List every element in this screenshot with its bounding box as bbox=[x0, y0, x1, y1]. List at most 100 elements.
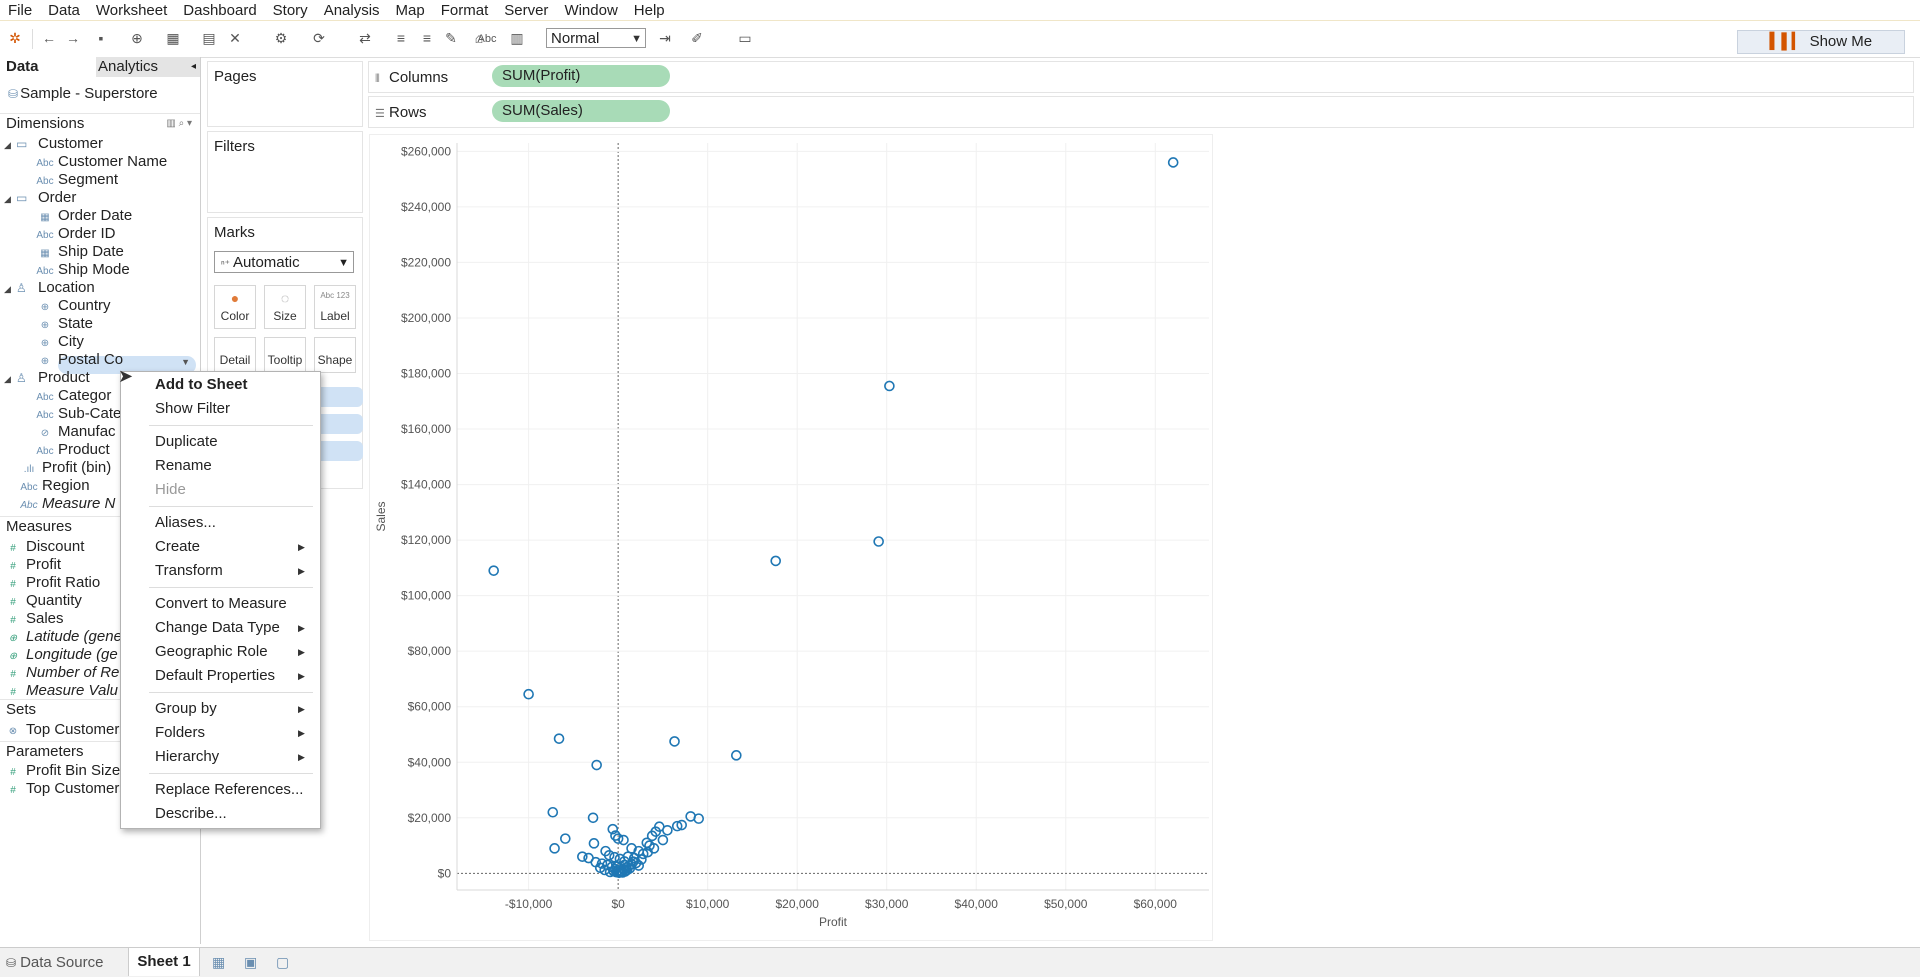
pages-card[interactable]: Pages bbox=[207, 61, 363, 127]
menu-item-transform[interactable]: Transform bbox=[155, 562, 223, 579]
tab-analytics[interactable]: Analytics ◂ bbox=[96, 57, 200, 77]
new-dashboard-icon[interactable]: ▣ bbox=[244, 954, 257, 971]
menu-item-add-to-sheet[interactable]: Add to Sheet bbox=[155, 376, 248, 393]
sort-ascending-icon[interactable]: ≡ bbox=[392, 29, 410, 47]
menu-item-duplicate[interactable]: Duplicate bbox=[155, 433, 218, 450]
columns-shelf[interactable]: ⦀ Columns SUM(Profit) bbox=[368, 61, 1914, 93]
highlight-icon[interactable]: ✎ bbox=[442, 29, 460, 47]
size-button[interactable]: ◌ Size bbox=[264, 285, 306, 329]
tab-data[interactable]: Data bbox=[0, 57, 96, 77]
menu-file[interactable]: File bbox=[0, 2, 40, 19]
refresh-icon[interactable]: ⟳ bbox=[310, 29, 328, 47]
filters-card[interactable]: Filters bbox=[207, 131, 363, 213]
rows-shelf[interactable]: ☰ Rows SUM(Sales) bbox=[368, 96, 1914, 128]
menu-item-create[interactable]: Create bbox=[155, 538, 200, 555]
format-icon[interactable]: ✐ bbox=[688, 29, 706, 47]
menu-format[interactable]: Format bbox=[433, 2, 497, 19]
scatter-point[interactable] bbox=[553, 733, 565, 744]
clear-sheet-icon[interactable]: ✕ bbox=[226, 29, 244, 47]
mark-type-select[interactable]: ⁿ⁺ Automatic ▼ bbox=[214, 251, 354, 273]
param-top-customers[interactable]: # Top Customers bbox=[4, 779, 127, 801]
menu-item-default-properties[interactable]: Default Properties bbox=[155, 667, 275, 684]
menu-item-geographic-role[interactable]: Geographic Role bbox=[155, 643, 268, 660]
menu-item-aliases[interactable]: Aliases... bbox=[155, 514, 216, 531]
shape-button[interactable]: Shape bbox=[314, 337, 356, 373]
columns-pill-sum-profit[interactable]: SUM(Profit) bbox=[492, 65, 670, 87]
show-me-button[interactable]: ▍▌▎ Show Me bbox=[1737, 30, 1905, 54]
scatter-point[interactable] bbox=[731, 750, 742, 761]
collapse-icon[interactable]: ◂ bbox=[191, 57, 196, 77]
menu-help[interactable]: Help bbox=[626, 2, 673, 19]
tab-data-source[interactable]: ⛁ Data Source bbox=[6, 954, 103, 971]
datasource-item[interactable]: ⛁ Sample - Superstore bbox=[8, 85, 158, 102]
sort-descending-icon[interactable]: ≡ bbox=[418, 29, 436, 47]
tableau-logo-icon[interactable]: ✲ bbox=[6, 29, 24, 47]
menu-item-hierarchy[interactable]: Hierarchy bbox=[155, 748, 219, 765]
marks-pill[interactable] bbox=[315, 441, 363, 461]
menu-item-replace-references[interactable]: Replace References... bbox=[155, 781, 303, 798]
fix-axes-icon[interactable]: ▥ bbox=[508, 29, 526, 47]
detail-button[interactable]: Detail bbox=[214, 337, 256, 373]
dropdown-arrow-icon[interactable]: ▼ bbox=[181, 357, 190, 367]
menu-data[interactable]: Data bbox=[40, 2, 88, 19]
fit-select[interactable]: Normal ▼ bbox=[546, 28, 646, 48]
label-button[interactable]: Abc 123 Label bbox=[314, 285, 356, 329]
scatter-point[interactable] bbox=[588, 838, 600, 849]
scatter-point[interactable] bbox=[693, 813, 705, 824]
new-worksheet-icon[interactable]: ▦ bbox=[212, 954, 225, 971]
new-story-icon[interactable]: ▢ bbox=[276, 954, 289, 971]
scatter-point[interactable] bbox=[770, 555, 782, 567]
scatter-point[interactable] bbox=[609, 851, 620, 863]
scatter-point[interactable] bbox=[662, 824, 673, 836]
presentation-icon[interactable]: ▭ bbox=[736, 29, 754, 47]
rows-pill-sum-sales[interactable]: SUM(Sales) bbox=[492, 100, 670, 122]
field-measure-names[interactable]: Abc Measure N bbox=[20, 494, 115, 516]
menu-item-change-data-type[interactable]: Change Data Type bbox=[155, 619, 280, 636]
menu-analysis[interactable]: Analysis bbox=[316, 2, 388, 19]
color-button[interactable]: ● Color bbox=[214, 285, 256, 329]
scatter-point[interactable] bbox=[549, 843, 560, 854]
menu-story[interactable]: Story bbox=[265, 2, 316, 19]
menu-item-group-by[interactable]: Group by bbox=[155, 700, 217, 717]
new-data-source-icon[interactable]: ⊕ bbox=[128, 29, 146, 47]
duplicate-sheet-icon[interactable]: ▤ bbox=[200, 29, 218, 47]
menu-worksheet[interactable]: Worksheet bbox=[88, 2, 175, 19]
undo-icon[interactable]: ← bbox=[40, 29, 58, 47]
columns-icon: ⦀ bbox=[375, 73, 380, 85]
menu-item-rename[interactable]: Rename bbox=[155, 457, 212, 474]
menu-server[interactable]: Server bbox=[496, 2, 556, 19]
marks-pill[interactable] bbox=[315, 387, 363, 407]
scatter-point[interactable] bbox=[577, 851, 588, 862]
menu-window[interactable]: Window bbox=[556, 2, 625, 19]
tab-data-source-label: Data Source bbox=[20, 954, 104, 971]
scatter-point[interactable] bbox=[560, 833, 571, 844]
show-labels-icon[interactable]: Abc bbox=[476, 30, 498, 48]
tooltip-button[interactable]: Tooltip bbox=[264, 337, 306, 373]
scatter-point[interactable] bbox=[657, 834, 669, 846]
menu-item-describe[interactable]: Describe... bbox=[155, 805, 227, 822]
menu-item-convert-to-measure[interactable]: Convert to Measure bbox=[155, 595, 287, 612]
new-worksheet-icon[interactable]: ▦ bbox=[164, 29, 182, 47]
scatter-point[interactable] bbox=[1167, 157, 1179, 168]
pause-updates-icon[interactable]: ⚙ bbox=[272, 29, 290, 47]
scatter-chart[interactable]: $0 $20,000 $40,000 $60,000 $80,000 $100,000 $1… bbox=[370, 135, 1212, 940]
menu-item-folders[interactable]: Folders bbox=[155, 724, 205, 741]
scatter-point[interactable] bbox=[547, 806, 559, 818]
scatter-point[interactable] bbox=[873, 536, 884, 547]
scatter-point[interactable] bbox=[669, 736, 680, 747]
menu-item-show-filter[interactable]: Show Filter bbox=[155, 400, 230, 417]
swap-icon[interactable]: ⇄ bbox=[356, 29, 374, 47]
search-icon[interactable]: ▥ ⌕ ▾ bbox=[166, 114, 192, 134]
redo-icon[interactable]: → bbox=[64, 29, 82, 47]
tab-sheet-1[interactable]: Sheet 1 bbox=[128, 948, 200, 976]
size-label: Size bbox=[273, 309, 297, 323]
menu-map[interactable]: Map bbox=[388, 2, 433, 19]
scatter-point[interactable] bbox=[488, 565, 500, 576]
save-icon[interactable]: ▪ bbox=[92, 29, 110, 47]
submenu-arrow-icon: ▶ bbox=[298, 647, 305, 657]
menu-dashboard[interactable]: Dashboard bbox=[175, 2, 264, 19]
pin-icon[interactable]: ⇥ bbox=[656, 29, 674, 47]
submenu-arrow-icon: ▶ bbox=[298, 623, 305, 633]
marks-pill[interactable] bbox=[315, 414, 363, 434]
scatter-point[interactable] bbox=[618, 834, 629, 846]
